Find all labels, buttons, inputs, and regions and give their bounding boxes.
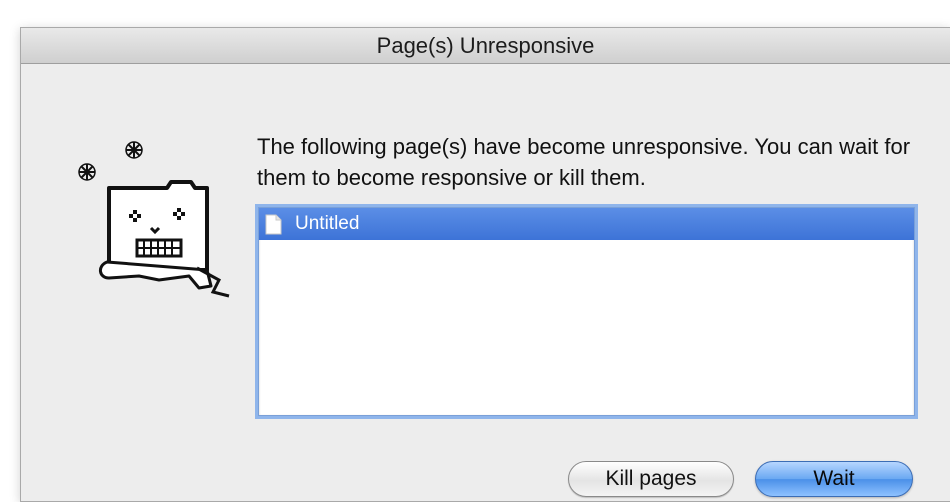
list-item[interactable]: Untitled	[259, 208, 914, 240]
dialog-message: The following page(s) have become unresp…	[257, 134, 911, 190]
snowflake-icon	[125, 141, 143, 159]
list-item-label: Untitled	[295, 213, 360, 234]
unresponsive-pages-list[interactable]: Untitled	[258, 207, 915, 416]
dialog-title: Page(s) Unresponsive	[21, 28, 950, 64]
dialog-content: The following page(s) have become unresp…	[21, 64, 950, 501]
wait-button[interactable]: Wait	[755, 461, 913, 497]
kill-pages-button[interactable]: Kill pages	[568, 461, 734, 497]
document-icon	[265, 214, 282, 235]
snowflake-icon	[78, 163, 96, 181]
frozen-tab-mascot-icon	[78, 141, 230, 298]
unresponsive-dialog: Page(s) Unresponsive The following page(…	[20, 27, 950, 502]
